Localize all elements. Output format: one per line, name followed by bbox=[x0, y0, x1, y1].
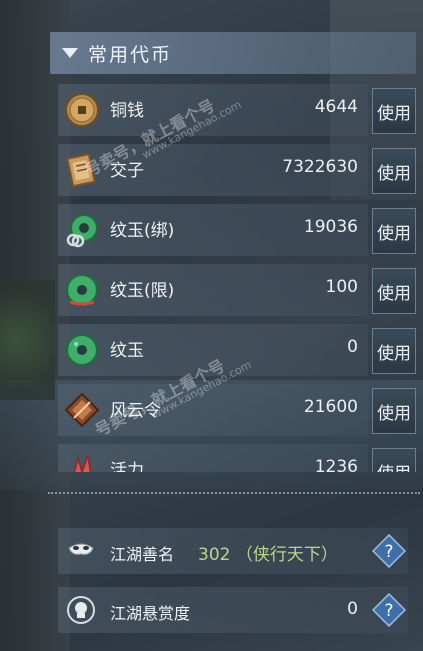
stat-name: 江湖悬赏度 bbox=[110, 604, 191, 623]
use-button[interactable]: 使用 bbox=[372, 448, 416, 472]
section-title: 常用代币 bbox=[88, 43, 173, 66]
vitality-icon bbox=[73, 453, 92, 472]
token-name: 纹玉(绑) bbox=[110, 221, 175, 241]
mask-icon bbox=[68, 543, 94, 555]
token-name: 活力 bbox=[110, 461, 144, 472]
collapse-triangle-icon[interactable] bbox=[62, 48, 78, 58]
token-value: 4644 bbox=[314, 97, 358, 117]
background-foliage bbox=[0, 280, 55, 400]
token-value: 21600 bbox=[303, 397, 358, 417]
token-value: 0 bbox=[347, 337, 358, 357]
token-name: 纹玉 bbox=[110, 341, 144, 361]
help-icon[interactable]: ? bbox=[372, 534, 406, 568]
token-row: 纹玉(限) 100 使用 bbox=[48, 262, 420, 318]
token-value: 100 bbox=[325, 277, 358, 297]
stat-name: 江湖善名 bbox=[110, 545, 175, 564]
jade-icon bbox=[66, 334, 98, 366]
svg-text:?: ? bbox=[384, 601, 393, 621]
use-button[interactable]: 使用 bbox=[372, 328, 416, 374]
stat-value: 0 bbox=[347, 599, 358, 619]
use-button[interactable]: 使用 bbox=[372, 388, 416, 434]
currency-panel: 常用代币 铜钱 4644 使用 交子 7322630 使用 纹玉(绑) 1903… bbox=[48, 0, 420, 651]
svg-text:?: ? bbox=[384, 542, 393, 562]
bounty-icon bbox=[67, 596, 95, 624]
token-name: 纹玉(限) bbox=[110, 281, 175, 301]
token-value: 1236 bbox=[314, 457, 358, 472]
copper-coin-icon bbox=[65, 93, 99, 127]
stat-row-bounty: 江湖悬赏度 0 ? bbox=[48, 587, 420, 633]
section-divider bbox=[48, 492, 420, 494]
token-value: 19036 bbox=[303, 217, 358, 237]
use-button[interactable]: 使用 bbox=[372, 208, 416, 254]
use-button[interactable]: 使用 bbox=[372, 268, 416, 314]
token-row-bg bbox=[58, 264, 368, 316]
token-row: 纹玉(绑) 19036 使用 bbox=[48, 202, 420, 258]
use-button[interactable]: 使用 bbox=[372, 148, 416, 194]
token-name: 铜钱 bbox=[110, 101, 144, 121]
section-header[interactable]: 常用代币 bbox=[50, 32, 416, 74]
token-value: 7322630 bbox=[282, 157, 358, 177]
stat-extra: 302 （侠行天下） bbox=[198, 545, 338, 565]
jade-limited-icon bbox=[66, 274, 98, 306]
jade-bound-icon bbox=[66, 214, 98, 248]
help-icon[interactable]: ? bbox=[372, 593, 406, 627]
token-row: 活力 1236 使用 bbox=[48, 442, 420, 472]
stat-row-reputation: 江湖善名 302 （侠行天下） ? bbox=[48, 528, 420, 574]
use-button[interactable]: 使用 bbox=[372, 88, 416, 134]
